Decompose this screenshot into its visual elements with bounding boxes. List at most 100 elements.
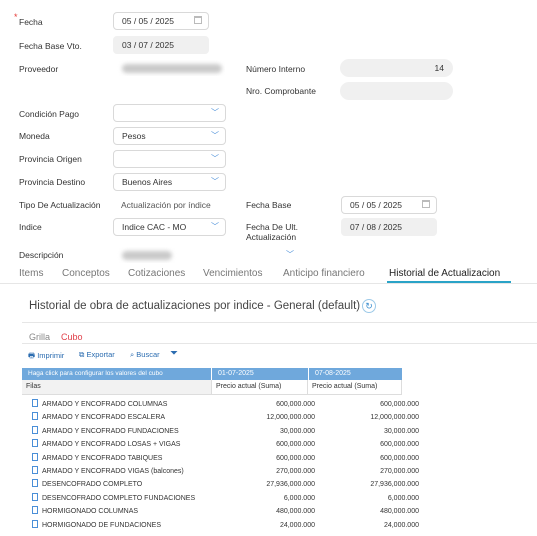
filter-icon[interactable]: ⏷ [170, 348, 178, 359]
row-value-col1: 600,000.000 [276, 401, 315, 408]
row-value-col1: 600,000.000 [276, 441, 315, 449]
cube-col1-date: 01-07-2025 [211, 368, 308, 380]
row-label: HORMIGONADO DE FUNDACIONES [42, 521, 162, 529]
indice-select[interactable]: Indice CAC - MO ﹀ [113, 218, 226, 236]
provincia-origen-select[interactable]: ﹀ [113, 150, 226, 168]
chevron-down-icon: ﹀ [211, 177, 219, 186]
tab-conceptos[interactable]: Conceptos [62, 268, 110, 279]
table-row: DESENCOFRADO COMPLETO FUNDACIONES 6,000.0… [22, 492, 419, 505]
chevron-down-icon: ﹀ [211, 108, 219, 117]
fecha-ult-label: Fecha De Ult. Actualización [246, 222, 298, 242]
fecha-base-input[interactable]: 05 / 05 / 2025 [341, 196, 437, 214]
chevron-down-icon: ﹀ [211, 131, 219, 140]
provincia-destino-select[interactable]: Buenos Aires ﹀ [113, 173, 226, 191]
calendar-icon[interactable] [194, 16, 202, 24]
imprimir-label: Imprimir [37, 351, 65, 360]
nro-comprobante-label: Nro. Comprobante [246, 86, 316, 96]
descripcion-select[interactable]: ﹀ [113, 246, 301, 264]
table-row: ARMADO Y ENCOFRADO COLUMNAS 600,000.000 60… [22, 399, 419, 411]
fecha-base-label: Fecha Base [246, 200, 292, 210]
row-label: ARMADO Y ENCOFRADO VIGAS (balcones) [42, 468, 184, 475]
row-name: DESENCOFRADO COMPLETO [32, 479, 142, 491]
row-name: ARMADO Y ENCOFRADO TABIQUES [32, 452, 162, 465]
nro-comprobante-field [340, 82, 453, 100]
row-name: HORMIGONADO COLUMNAS [32, 506, 138, 518]
moneda-select[interactable]: Pesos ﹀ [113, 127, 226, 145]
tab-cubo[interactable]: Cubo [61, 332, 83, 342]
row-value-col2: 600,000.000 [380, 401, 419, 408]
tab-cotizaciones[interactable]: Cotizaciones [128, 268, 185, 279]
numero-interno-label: Número Interno [246, 64, 306, 74]
fecha-label: Fecha [19, 17, 43, 27]
row-value-col2: 6,000.000 [387, 494, 419, 502]
row-name: ARMADO Y ENCOFRADO VIGAS (balcones) [32, 466, 184, 478]
fecha-value: 05 / 05 / 2025 [122, 16, 174, 26]
tab-vencimientos[interactable]: Vencimientos [203, 268, 262, 279]
row-name: ARMADO Y ENCOFRADO COLUMNAS [32, 399, 167, 411]
document-icon [32, 479, 38, 488]
table-row: DESENCOFRADO COMPLETO 27,936,000.000 27,93… [22, 479, 419, 491]
provincia-destino-label: Provincia Destino [19, 177, 86, 187]
provincia-destino-value: Buenos Aires [122, 177, 173, 187]
document-icon [32, 412, 38, 421]
descripcion-label: Descripción [19, 250, 64, 260]
row-value-col2: 480,000.000 [380, 508, 419, 516]
proveedor-label: Proveedor [19, 64, 59, 74]
cube-config-hint[interactable]: Haga click para configurar los valores d… [22, 368, 211, 380]
row-name: ARMADO Y ENCOFRADO LOSAS + VIGAS [32, 439, 180, 451]
table-row: HORMIGONADO DE FUNDACIONES 24,000.000 24,0… [22, 519, 419, 532]
document-icon [32, 439, 38, 448]
fecha-base-vto-value: 03 / 07 / 2025 [122, 40, 174, 50]
fecha-ult-field: 07 / 08 / 2025 [341, 218, 437, 236]
document-icon [32, 506, 38, 515]
table-row: ARMADO Y ENCOFRADO ESCALERA 12,000,000.00… [22, 412, 419, 424]
row-label: DESENCOFRADO COMPLETO [42, 481, 143, 489]
cube-filas-header: Filas [22, 380, 211, 395]
row-value-col2: 30,000.000 [383, 427, 419, 435]
fecha-ult-value: 07 / 08 / 2025 [350, 222, 402, 232]
tab-items[interactable]: Items [19, 268, 43, 279]
document-icon [32, 519, 38, 528]
indice-value: Indice CAC - MO [122, 222, 187, 232]
cube-col1-measure: Precio actual (Suma) [211, 380, 308, 395]
condicion-pago-select[interactable]: ﹀ [113, 104, 226, 122]
view-tabs-divider [22, 343, 537, 344]
tab-anticipo-financiero[interactable]: Anticipo financiero [283, 268, 365, 279]
table-row: HORMIGONADO COLUMNAS 480,000.000 480,000.0… [22, 506, 419, 518]
moneda-label: Moneda [19, 131, 50, 141]
row-value-col2: 600,000.000 [380, 441, 419, 449]
fecha-input[interactable]: 05 / 05 / 2025 [113, 12, 209, 30]
section-title: Historial de obra de actualizaciones por… [29, 300, 361, 312]
tab-historial-actualizacion[interactable]: Historial de Actualizacion [389, 268, 500, 279]
buscar-button[interactable]: ⌕ Buscar [130, 350, 160, 360]
row-label: ARMADO Y ENCOFRADO FUNDACIONES [42, 427, 179, 435]
fecha-base-vto-label: Fecha Base Vto. [19, 41, 82, 51]
document-icon [32, 492, 38, 501]
table-row: ARMADO Y ENCOFRADO LOSAS + VIGAS 600,000.… [22, 439, 419, 451]
row-value-col1: 6,000.000 [283, 494, 315, 502]
row-label: ARMADO Y ENCOFRADO ESCALERA [42, 414, 166, 422]
refresh-icon[interactable]: ↻ [362, 299, 376, 313]
export-icon: ⧉ [79, 350, 85, 359]
row-value-col2: 27,936,000.000 [370, 481, 419, 489]
exportar-button[interactable]: ⧉ Exportar [79, 350, 115, 360]
search-icon: ⌕ [130, 350, 135, 359]
row-value-col1: 30,000.000 [279, 427, 315, 435]
tabs-divider [0, 283, 537, 284]
tipo-actualizacion-label: Tipo De Actualización [19, 200, 101, 210]
numero-interno-value: 14 [434, 63, 444, 73]
row-value-col1: 12,000,000.000 [266, 414, 315, 422]
proveedor-value-redacted [122, 64, 222, 74]
provincia-origen-label: Provincia Origen [19, 154, 82, 164]
proveedor-field[interactable] [113, 59, 226, 77]
row-label: DESENCOFRADO COMPLETO FUNDACIONES [42, 494, 196, 502]
moneda-value: Pesos [122, 131, 146, 141]
document-icon [32, 452, 38, 461]
fecha-base-value: 05 / 05 / 2025 [350, 200, 402, 210]
calendar-icon[interactable] [422, 200, 430, 208]
exportar-label: Exportar [86, 350, 115, 359]
row-value-col1: 600,000.000 [276, 454, 315, 462]
cube-col2-date: 07-08-2025 [308, 368, 402, 380]
imprimir-button[interactable]: 🖶 Imprimir [28, 350, 64, 363]
tab-grilla[interactable]: Grilla [29, 332, 50, 342]
